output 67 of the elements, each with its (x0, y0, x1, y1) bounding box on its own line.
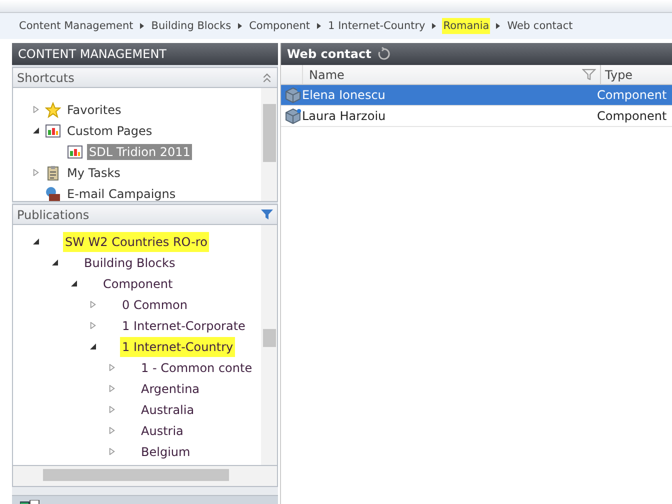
tree-item[interactable]: Australia (139, 400, 196, 420)
star-icon (45, 102, 61, 118)
breadcrumb-link[interactable]: Component (248, 18, 312, 34)
table-cell-text: Laura Harzoiu (302, 109, 387, 123)
column-header[interactable]: Name (303, 65, 601, 84)
filter-icon[interactable] (261, 209, 273, 220)
table-cell-text: Elena Ionescu (302, 88, 386, 102)
expand-icon[interactable] (109, 385, 115, 392)
tree-item[interactable]: Building Blocks (82, 252, 178, 272)
tree-item[interactable]: Custom Pages (65, 122, 154, 138)
list-row[interactable]: Elena Ionescu Component (281, 85, 672, 106)
scrollbar[interactable] (261, 225, 277, 465)
breadcrumb-link[interactable]: Building Blocks (150, 18, 232, 34)
table-cell-text: Component (597, 88, 668, 102)
list-row[interactable]: Laura Harzoiu Component (281, 106, 672, 127)
tree-item[interactable]: Component (101, 274, 175, 294)
table-cell-text: Component (597, 109, 668, 123)
arrow-icon (432, 23, 436, 29)
component-icon (285, 108, 301, 124)
arrow-icon (140, 23, 144, 29)
expand-icon[interactable] (109, 406, 115, 413)
tree-item[interactable]: Favorites (65, 102, 124, 118)
arrow-icon (496, 23, 500, 29)
expand-icon[interactable] (109, 448, 115, 455)
panel-title: CONTENT MANAGEMENT (18, 47, 166, 61)
expanded-icon[interactable] (33, 127, 39, 134)
chart-page-icon (45, 122, 61, 138)
arrow-icon (317, 23, 322, 29)
component-icon (285, 87, 301, 103)
tree-item[interactable]: 1 - Common conte (139, 358, 254, 378)
collapse-icon[interactable] (261, 72, 273, 83)
tree-item[interactable]: My Tasks (65, 164, 122, 180)
tree-item[interactable]: E-mail Campaigns (65, 186, 178, 201)
tree-item[interactable]: 1 Internet-Corporate (120, 316, 248, 336)
clipboard-icon (45, 164, 61, 180)
section-header[interactable]: Publications (12, 204, 278, 225)
expanded-icon[interactable] (90, 343, 96, 350)
breadcrumb-link[interactable]: Web contact (506, 18, 574, 34)
panel-title: Web contact (287, 47, 372, 61)
tree-item[interactable]: 0 Common (120, 294, 190, 314)
column-header[interactable]: Type (601, 65, 672, 84)
scrollbar[interactable] (261, 88, 277, 201)
tree-item[interactable]: Belgium (139, 442, 192, 462)
expand-icon[interactable] (33, 169, 39, 176)
expand-icon[interactable] (33, 106, 39, 113)
email-campaign-icon (45, 186, 61, 201)
scrollbar[interactable] (12, 466, 278, 487)
expand-icon[interactable] (90, 301, 96, 308)
tree-item[interactable]: 1 Internet-Country (120, 336, 236, 356)
filter-icon[interactable] (582, 69, 596, 80)
tree-item[interactable]: Austria (139, 420, 186, 440)
breadcrumb-link[interactable]: Content Management (18, 18, 134, 34)
tree-item[interactable]: Argentina (139, 378, 202, 398)
breadcrumb-link[interactable]: Romania (442, 18, 490, 34)
splitter-handle[interactable] (12, 487, 278, 496)
expand-icon[interactable] (90, 322, 96, 329)
expand-icon[interactable] (109, 427, 115, 434)
chart-page-icon (67, 144, 83, 160)
breadcrumb-link[interactable]: 1 Internet-Country (327, 18, 426, 34)
expanded-icon[interactable] (71, 280, 77, 287)
arrow-icon (238, 23, 242, 29)
refresh-icon[interactable] (377, 47, 392, 61)
expanded-icon[interactable] (52, 259, 58, 266)
expand-icon[interactable] (109, 364, 115, 371)
tree-item[interactable]: SW W2 Countries RO-ro (63, 232, 210, 252)
expanded-icon[interactable] (33, 238, 39, 245)
section-header[interactable]: Shortcuts (12, 67, 278, 88)
